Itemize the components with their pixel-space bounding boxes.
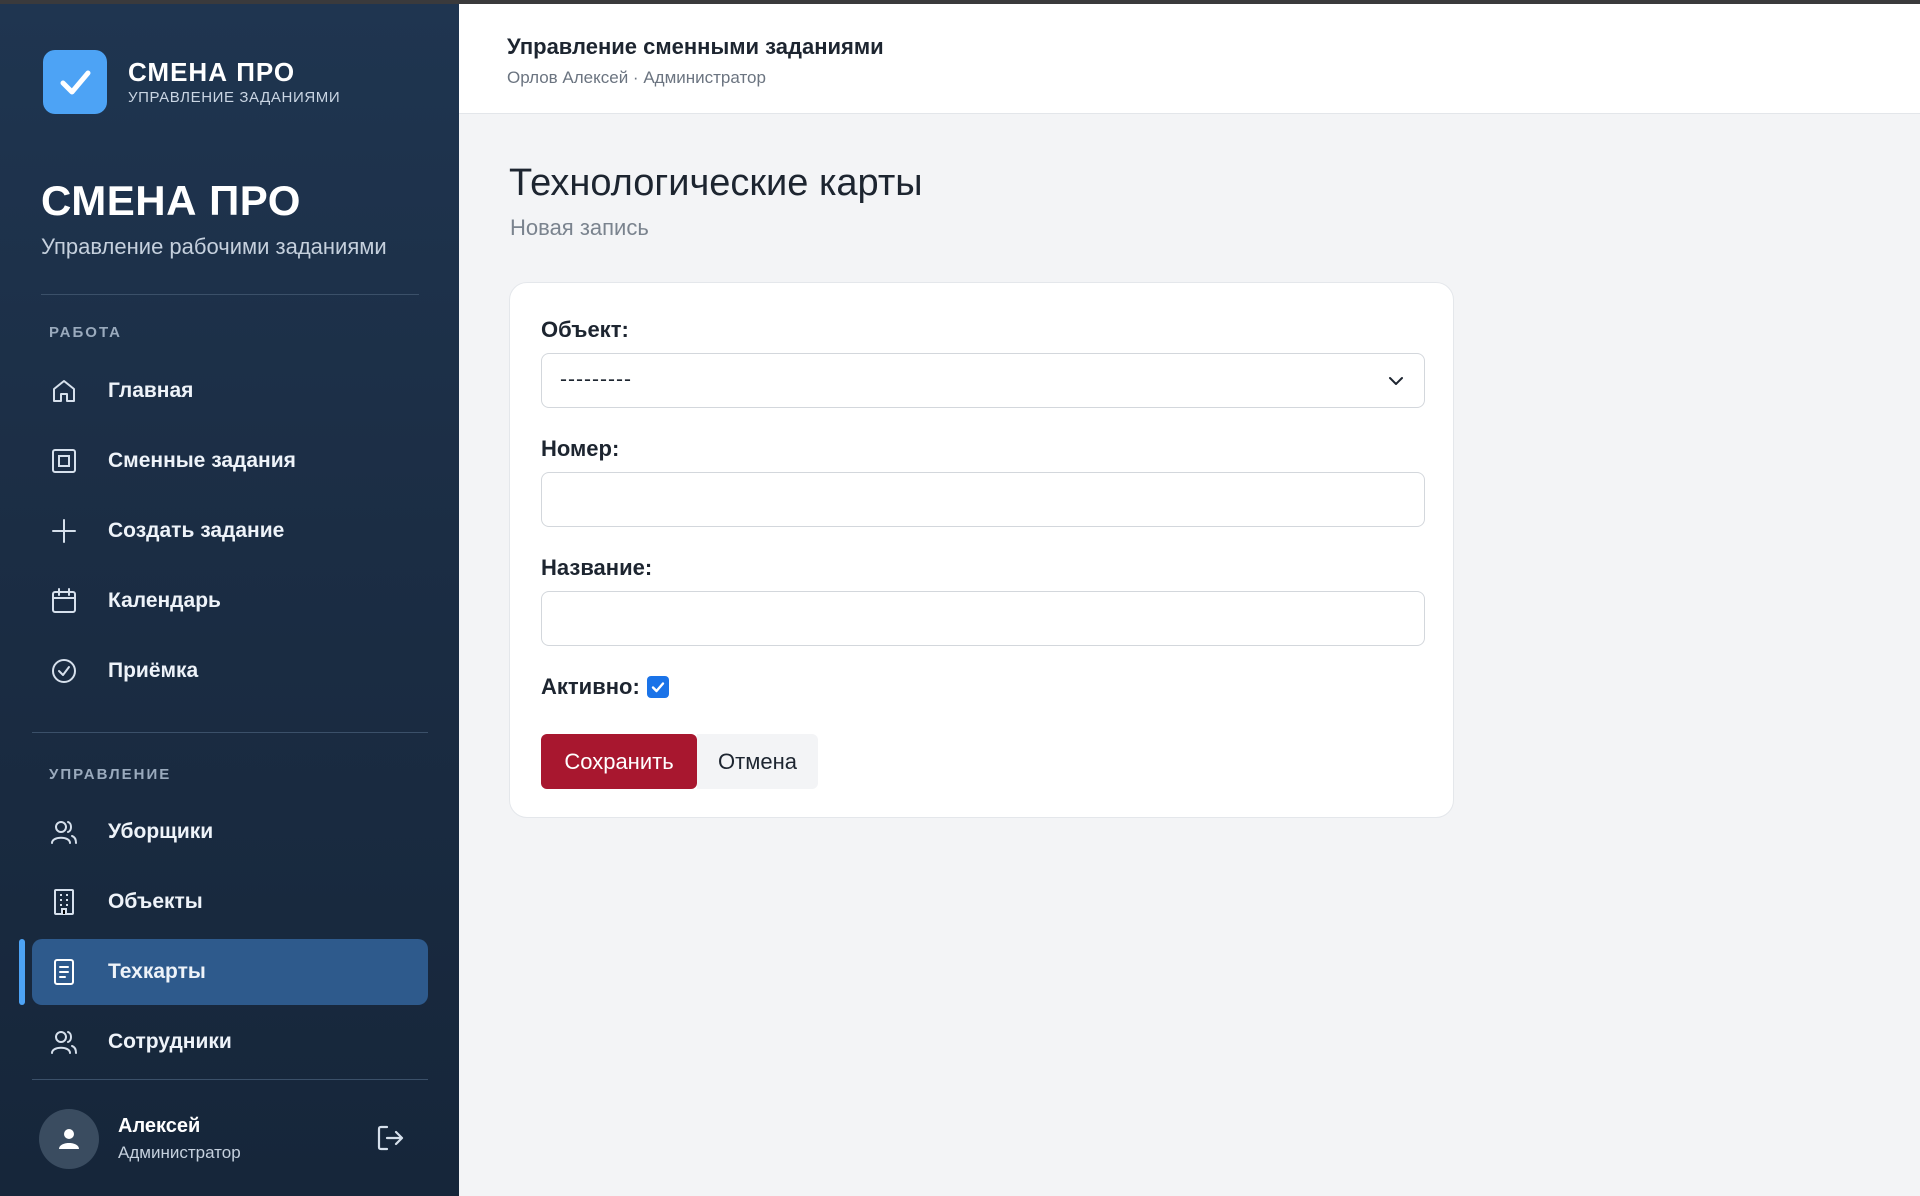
document-icon bbox=[54, 959, 74, 985]
window-top-border bbox=[0, 0, 1920, 4]
object-select[interactable]: --------- bbox=[541, 353, 1425, 408]
sidebar-divider bbox=[32, 1079, 428, 1080]
page-title: Технологические карты bbox=[509, 162, 923, 204]
sidebar-item-employees[interactable]: Сотрудники bbox=[32, 1009, 428, 1075]
save-button[interactable]: Сохранить bbox=[541, 734, 697, 789]
checkmark-icon bbox=[651, 682, 664, 693]
sidebar-item-home[interactable]: Главная bbox=[32, 358, 428, 424]
sidebar-item-label: Главная bbox=[108, 379, 194, 402]
page-subtitle: Новая запись bbox=[510, 215, 649, 240]
header-title: Управление сменными заданиями bbox=[507, 34, 884, 59]
cancel-button[interactable]: Отмена bbox=[697, 734, 818, 789]
user-role: Администратор bbox=[118, 1143, 241, 1162]
section-label-work: РАБОТА bbox=[49, 324, 123, 341]
active-indicator bbox=[19, 939, 25, 1005]
users-icon bbox=[51, 1031, 77, 1054]
sidebar-divider bbox=[41, 294, 419, 295]
sidebar-item-label: Приёмка bbox=[108, 659, 199, 682]
sidebar-item-label: Объекты bbox=[108, 890, 203, 913]
sidebar-item-tech-cards[interactable]: Техкарты bbox=[32, 939, 428, 1005]
active-row: Активно: bbox=[541, 674, 669, 700]
avatar[interactable] bbox=[39, 1109, 99, 1169]
sidebar-item-label: Сотрудники bbox=[108, 1030, 232, 1053]
user-icon bbox=[59, 1129, 79, 1149]
active-checkbox[interactable] bbox=[646, 676, 669, 698]
calendar-icon bbox=[52, 588, 76, 613]
logout-icon[interactable] bbox=[374, 1122, 406, 1154]
building-icon bbox=[54, 889, 74, 915]
object-label: Объект: bbox=[541, 317, 629, 342]
brand-subtitle: Управление рабочими заданиями bbox=[41, 234, 387, 259]
section-label-management: УПРАВЛЕНИЕ bbox=[49, 766, 172, 783]
sidebar-item-calendar[interactable]: Календарь bbox=[32, 568, 428, 634]
users-icon bbox=[51, 821, 77, 844]
sidebar-item-label: Уборщики bbox=[108, 820, 214, 843]
brand-block: СМЕНА ПРО Управление рабочими заданиями bbox=[41, 176, 387, 260]
name-label: Название: bbox=[541, 555, 653, 580]
home-icon bbox=[53, 380, 75, 402]
user-profile: Алексей Администратор bbox=[39, 1107, 419, 1171]
sidebar-item-objects[interactable]: Объекты bbox=[32, 869, 428, 935]
number-input[interactable] bbox=[541, 472, 1425, 527]
top-header: Управление сменными заданиями Орлов Алек… bbox=[459, 4, 1920, 114]
number-label: Номер: bbox=[541, 436, 620, 461]
sidebar-item-cleaners[interactable]: Уборщики bbox=[32, 799, 428, 865]
plus-icon bbox=[52, 519, 76, 543]
sidebar-item-label: Сменные задания bbox=[108, 449, 296, 472]
name-input[interactable] bbox=[541, 591, 1425, 646]
sidebar-item-acceptance[interactable]: Приёмка bbox=[32, 638, 428, 704]
sidebar: СМЕНА ПРО УПРАВЛЕНИЕ ЗАДАНИЯМИ СМЕНА ПРО… bbox=[0, 4, 459, 1196]
logo-subtitle: УПРАВЛЕНИЕ ЗАДАНИЯМИ bbox=[128, 89, 341, 106]
tasks-square-icon bbox=[52, 449, 76, 473]
object-select-value: --------- bbox=[560, 368, 632, 391]
sidebar-item-create-task[interactable]: Создать задание bbox=[32, 498, 428, 564]
user-name: Алексей bbox=[118, 1115, 201, 1137]
sidebar-item-shift-tasks[interactable]: Сменные задания bbox=[32, 428, 428, 494]
sidebar-item-label: Календарь bbox=[108, 589, 221, 612]
active-label: Активно: bbox=[541, 674, 640, 699]
brand-title: СМЕНА ПРО bbox=[41, 177, 301, 224]
app-logo[interactable]: СМЕНА ПРО УПРАВЛЕНИЕ ЗАДАНИЯМИ bbox=[43, 50, 340, 114]
sidebar-item-label: Техкарты bbox=[108, 960, 206, 983]
chevron-down-icon bbox=[1389, 377, 1403, 385]
sidebar-item-label: Создать задание bbox=[108, 519, 285, 542]
check-circle-icon bbox=[52, 659, 76, 683]
sidebar-divider bbox=[32, 732, 428, 733]
record-form: Объект: --------- Номер: Название: Актив… bbox=[509, 282, 1454, 818]
header-subtitle: Орлов Алексей · Администратор bbox=[507, 68, 766, 87]
logo-title: СМЕНА ПРО bbox=[128, 57, 296, 87]
checkmark-icon bbox=[43, 50, 107, 114]
